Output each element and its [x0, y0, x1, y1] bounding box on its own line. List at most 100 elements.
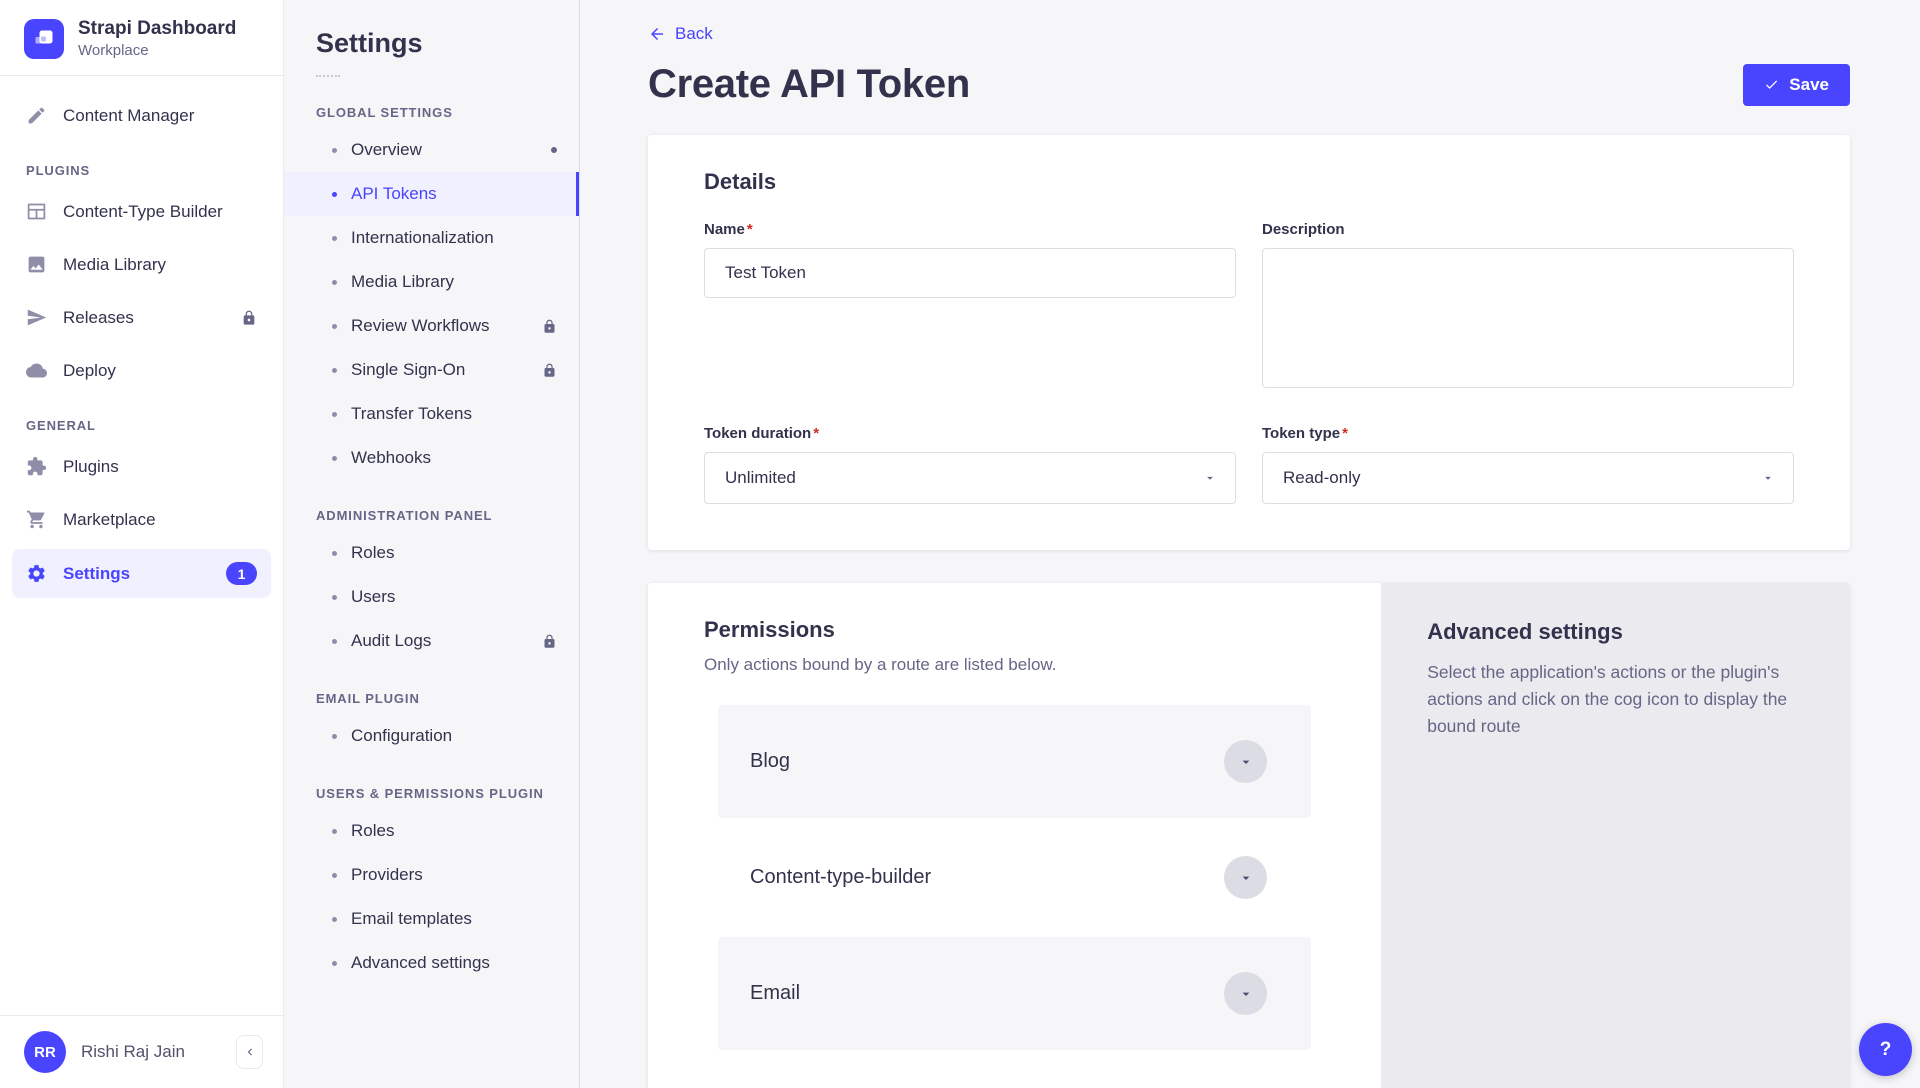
nav-item-label: Plugins: [63, 457, 119, 477]
nav-item-settings[interactable]: Settings 1: [12, 549, 271, 598]
workspace-brand[interactable]: Strapi Dashboard Workplace: [0, 0, 283, 75]
nav-item-label: Releases: [63, 308, 134, 328]
permissions-subtitle: Only actions bound by a route are listed…: [704, 655, 1325, 675]
lock-icon: [542, 319, 557, 334]
accordion-upload[interactable]: Upload: [718, 1053, 1311, 1088]
token-duration-field-group: Token duration* Unlimited: [704, 425, 1236, 504]
nav-item-label: Settings: [63, 564, 130, 584]
settings-nav-item-up-roles[interactable]: Roles: [284, 809, 579, 853]
name-label: Name*: [704, 221, 1236, 238]
settings-nav-item-media-library[interactable]: Media Library: [284, 260, 579, 304]
bullet-icon: [332, 412, 337, 417]
pencil-icon: [26, 105, 47, 126]
description-label: Description: [1262, 221, 1794, 238]
expand-accordion-button[interactable]: [1224, 972, 1267, 1015]
nav-item-marketplace[interactable]: Marketplace: [12, 496, 271, 543]
settings-nav-item-single-sign-on[interactable]: Single Sign-On: [284, 348, 579, 392]
nav-item-releases[interactable]: Releases: [12, 294, 271, 341]
bullet-icon: [332, 148, 337, 153]
settings-nav-item-users[interactable]: Users: [284, 575, 579, 619]
nav-item-content-manager[interactable]: Content Manager: [12, 92, 271, 139]
settings-nav-item-internationalization[interactable]: Internationalization: [284, 216, 579, 260]
token-type-select[interactable]: Read-only: [1262, 452, 1794, 504]
bullet-icon: [332, 917, 337, 922]
settings-nav-item-providers[interactable]: Providers: [284, 853, 579, 897]
accordion-email[interactable]: Email: [718, 937, 1311, 1050]
back-link[interactable]: Back: [648, 24, 713, 44]
nav-item-plugins[interactable]: Plugins: [12, 443, 271, 490]
workspace-title: Strapi Dashboard: [78, 18, 236, 40]
bullet-icon: [332, 639, 337, 644]
cloud-icon: [26, 360, 47, 381]
settings-nav-item-api-tokens[interactable]: API Tokens: [284, 172, 579, 216]
name-input[interactable]: [704, 248, 1236, 298]
settings-nav-item-transfer-tokens[interactable]: Transfer Tokens: [284, 392, 579, 436]
help-button[interactable]: ?: [1859, 1023, 1912, 1076]
description-field-group: Description: [1262, 221, 1794, 393]
settings-nav-item-audit-logs[interactable]: Audit Logs: [284, 619, 579, 663]
page-title: Create API Token: [648, 62, 970, 107]
caret-down-icon: [1203, 471, 1217, 485]
required-asterisk: *: [747, 221, 753, 238]
nav-item-label: Content-Type Builder: [63, 202, 223, 222]
bullet-icon: [332, 280, 337, 285]
accordion-content-type-builder[interactable]: Content-type-builder: [718, 821, 1311, 934]
user-avatar: RR: [24, 1031, 66, 1073]
nav-section-general: GENERAL: [26, 418, 257, 433]
caret-down-icon: [1761, 471, 1775, 485]
settings-nav-item-webhooks[interactable]: Webhooks: [284, 436, 579, 480]
settings-nav-item-configuration[interactable]: Configuration: [284, 714, 579, 758]
lock-icon: [241, 310, 257, 326]
description-textarea[interactable]: [1262, 248, 1794, 388]
settings-sidebar-title: Settings: [316, 28, 579, 59]
puzzle-icon: [26, 456, 47, 477]
bullet-icon: [332, 873, 337, 878]
token-duration-label: Token duration*: [704, 425, 1236, 442]
expand-accordion-button[interactable]: [1224, 740, 1267, 783]
layout-grid-icon: [26, 201, 47, 222]
bullet-icon: [332, 551, 337, 556]
chevron-left-icon: [243, 1045, 257, 1059]
settings-nav-item-overview[interactable]: Overview: [284, 128, 579, 172]
advanced-settings-panel: Advanced settings Select the application…: [1381, 583, 1850, 1088]
token-duration-select[interactable]: Unlimited: [704, 452, 1236, 504]
settings-notification-badge: 1: [226, 562, 257, 585]
nav-item-label: Content Manager: [63, 106, 194, 126]
name-field-group: Name*: [704, 221, 1236, 393]
notification-dot-icon: [551, 147, 557, 153]
nav-item-deploy[interactable]: Deploy: [12, 347, 271, 394]
image-icon: [26, 254, 47, 275]
bullet-icon: [332, 192, 337, 197]
settings-nav-item-advanced-settings[interactable]: Advanced settings: [284, 941, 579, 985]
required-asterisk: *: [1342, 425, 1348, 442]
accordion-blog[interactable]: Blog: [718, 705, 1311, 818]
bullet-icon: [332, 368, 337, 373]
nav-item-media-library[interactable]: Media Library: [12, 241, 271, 288]
bullet-icon: [332, 595, 337, 600]
token-type-field-group: Token type* Read-only: [1262, 425, 1794, 504]
settings-nav-item-review-workflows[interactable]: Review Workflows: [284, 304, 579, 348]
section-administration-panel: ADMINISTRATION PANEL: [316, 508, 579, 523]
bullet-icon: [332, 829, 337, 834]
sidebar-collapse-button[interactable]: [236, 1035, 263, 1069]
advanced-settings-heading: Advanced settings: [1427, 619, 1804, 645]
save-button[interactable]: Save: [1743, 64, 1850, 106]
details-heading: Details: [704, 169, 1794, 195]
arrow-left-icon: [648, 25, 666, 43]
nav-item-label: Deploy: [63, 361, 116, 381]
nav-item-content-type-builder[interactable]: Content-Type Builder: [12, 188, 271, 235]
check-icon: [1764, 77, 1779, 92]
settings-sidebar: Settings GLOBAL SETTINGS Overview API To…: [284, 0, 580, 1088]
permissions-card: Permissions Only actions bound by a rout…: [648, 583, 1850, 1088]
permissions-panel: Permissions Only actions bound by a rout…: [648, 583, 1381, 1088]
nav-section-plugins: PLUGINS: [26, 163, 257, 178]
settings-nav-item-roles[interactable]: Roles: [284, 531, 579, 575]
bullet-icon: [332, 236, 337, 241]
title-divider: [316, 75, 340, 77]
lock-icon: [542, 634, 557, 649]
expand-accordion-button[interactable]: [1224, 856, 1267, 899]
workspace-subtitle: Workplace: [78, 42, 236, 59]
app-root: Strapi Dashboard Workplace Content Manag…: [0, 0, 1920, 1088]
main-sidebar: Strapi Dashboard Workplace Content Manag…: [0, 0, 284, 1088]
settings-nav-item-email-templates[interactable]: Email templates: [284, 897, 579, 941]
